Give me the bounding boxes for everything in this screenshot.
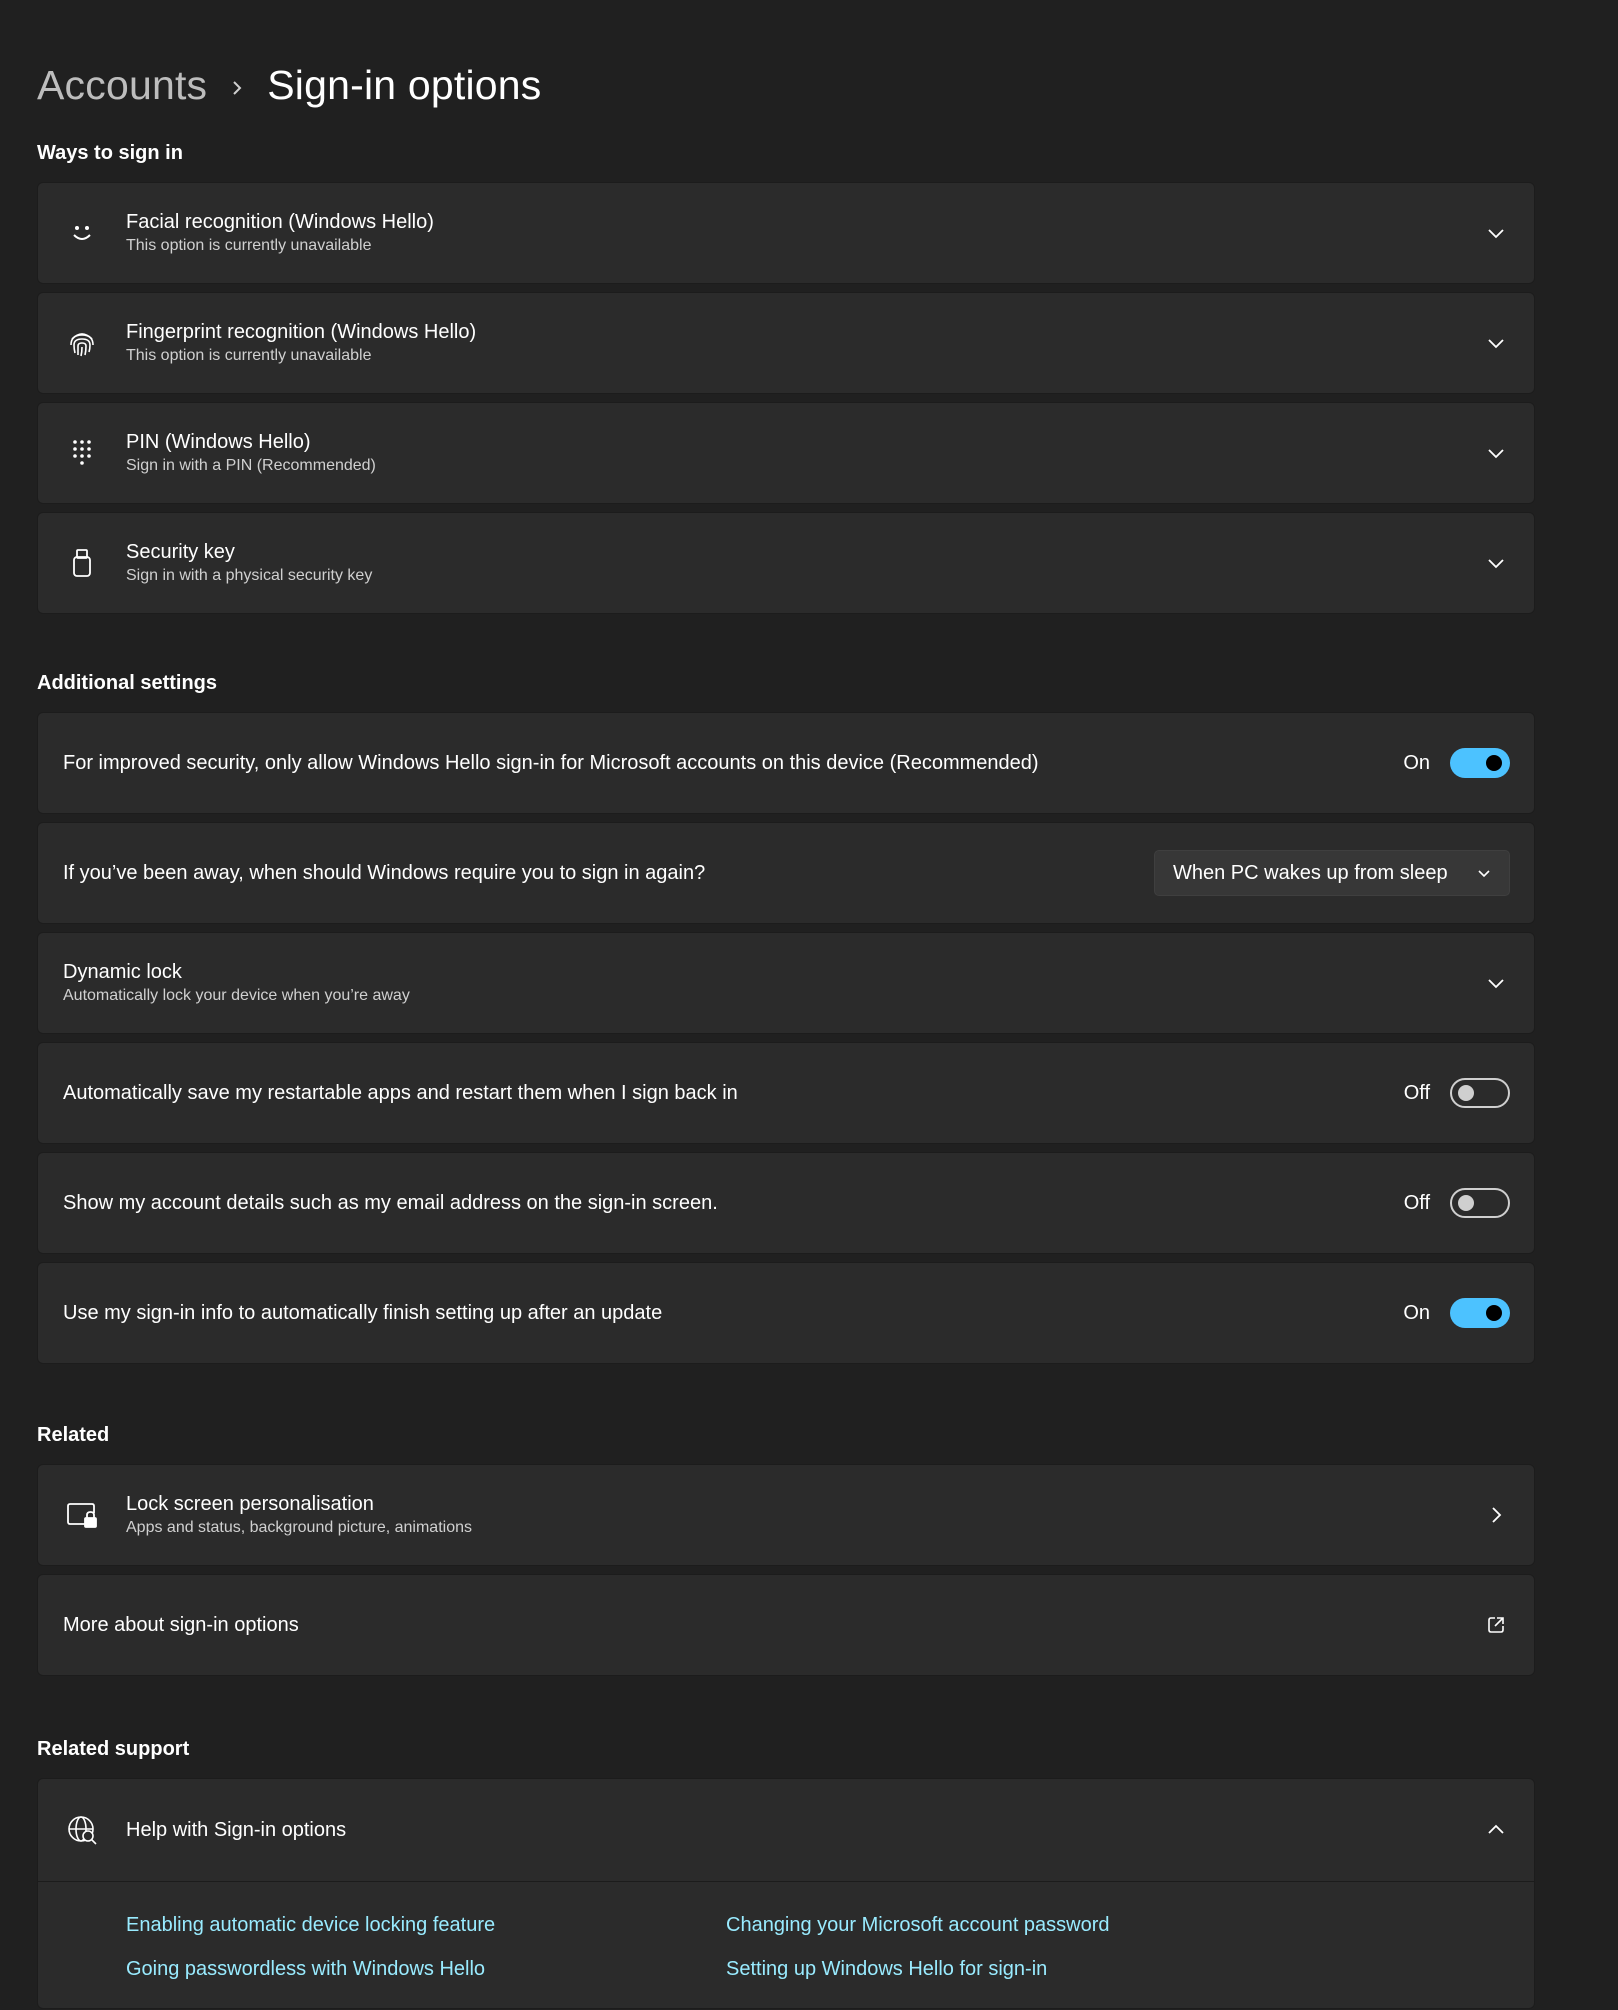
account-details-setting: Show my account details such as my email… — [37, 1152, 1535, 1254]
item-title: Facial recognition (Windows Hello) — [126, 211, 434, 233]
toggle-state-label: Off — [1403, 1191, 1430, 1214]
external-link-icon — [1482, 1611, 1510, 1639]
hello-only-toggle[interactable] — [1450, 748, 1510, 778]
help-link-setup-hello[interactable]: Setting up Windows Hello for sign-in — [726, 1954, 1326, 1984]
facial-recognition-item[interactable]: Facial recognition (Windows Hello) This … — [37, 182, 1535, 284]
chevron-down-icon — [1477, 862, 1491, 885]
help-link-automatic-locking[interactable]: Enabling automatic device locking featur… — [126, 1910, 726, 1940]
help-link-change-password[interactable]: Changing your Microsoft account password — [726, 1910, 1326, 1940]
restart-apps-setting: Automatically save my restartable apps a… — [37, 1042, 1535, 1144]
item-title: Lock screen personalisation — [126, 1493, 374, 1515]
item-subtitle: Apps and status, background picture, ani… — [126, 1519, 472, 1536]
item-title: Fingerprint recognition (Windows Hello) — [126, 321, 477, 343]
toggle-state-label: On — [1403, 1301, 1430, 1324]
pin-keypad-icon — [62, 438, 102, 468]
item-title: Security key — [126, 541, 235, 563]
setting-title: Dynamic lock — [63, 961, 182, 983]
setting-label: Show my account details such as my email… — [63, 1192, 718, 1214]
dynamic-lock-setting[interactable]: Dynamic lock Automatically lock your dev… — [37, 932, 1535, 1034]
lock-screen-personalisation-link[interactable]: Lock screen personalisation Apps and sta… — [37, 1464, 1535, 1566]
settings-page: Accounts Sign-in options Ways to sign in… — [0, 0, 1618, 2010]
item-subtitle: Sign in with a PIN (Recommended) — [126, 457, 376, 474]
more-about-signin-link[interactable]: More about sign-in options — [37, 1574, 1535, 1676]
toggle-state-label: Off — [1403, 1081, 1430, 1104]
section-title-related: Related — [37, 1424, 110, 1446]
signin-info-setting: Use my sign-in info to automatically fin… — [37, 1262, 1535, 1364]
related-list: Lock screen personalisation Apps and sta… — [37, 1464, 1535, 1676]
breadcrumb-accounts-link[interactable]: Accounts — [37, 62, 207, 109]
help-panel-header[interactable]: Help with Sign-in options — [38, 1779, 1534, 1882]
page-title: Sign-in options — [267, 61, 542, 108]
setting-label: For improved security, only allow Window… — [63, 752, 1039, 774]
setting-subtitle: Automatically lock your device when you’… — [63, 987, 410, 1004]
section-title-related-support: Related support — [37, 1738, 190, 1760]
dropdown-selected-value: When PC wakes up from sleep — [1173, 861, 1448, 884]
ways-to-sign-in-list: Facial recognition (Windows Hello) This … — [37, 182, 1535, 614]
item-subtitle: Sign in with a physical security key — [126, 567, 373, 584]
help-link-passwordless[interactable]: Going passwordless with Windows Hello — [126, 1954, 726, 1984]
item-subtitle: This option is currently unavailable — [126, 347, 372, 364]
lock-screen-icon — [62, 1500, 102, 1530]
item-subtitle: This option is currently unavailable — [126, 237, 372, 254]
additional-settings-list: For improved security, only allow Window… — [37, 712, 1535, 1364]
toggle-state-label: On — [1403, 751, 1430, 774]
globe-search-icon — [62, 1814, 102, 1846]
chevron-right-icon — [207, 62, 267, 109]
face-icon — [62, 219, 102, 247]
account-details-toggle[interactable] — [1450, 1188, 1510, 1218]
chevron-down-icon[interactable] — [1482, 329, 1510, 357]
pin-item[interactable]: PIN (Windows Hello) Sign in with a PIN (… — [37, 402, 1535, 504]
item-title: PIN (Windows Hello) — [126, 431, 311, 453]
chevron-down-icon[interactable] — [1482, 969, 1510, 997]
fingerprint-icon — [62, 327, 102, 359]
setting-label: Use my sign-in info to automatically fin… — [63, 1302, 663, 1324]
setting-label: Automatically save my restartable apps a… — [63, 1082, 738, 1104]
link-label: More about sign-in options — [63, 1614, 299, 1636]
section-title-ways-to-sign-in: Ways to sign in — [37, 142, 183, 164]
chevron-down-icon[interactable] — [1482, 549, 1510, 577]
hello-only-setting: For improved security, only allow Window… — [37, 712, 1535, 814]
help-with-signin-panel: Help with Sign-in options Enabling autom… — [37, 1778, 1535, 2009]
usb-key-icon — [62, 547, 102, 579]
restart-apps-toggle[interactable] — [1450, 1078, 1510, 1108]
fingerprint-recognition-item[interactable]: Fingerprint recognition (Windows Hello) … — [37, 292, 1535, 394]
help-panel-title: Help with Sign-in options — [126, 1818, 347, 1841]
chevron-up-icon[interactable] — [1482, 1816, 1510, 1844]
chevron-right-icon — [1482, 1501, 1510, 1529]
require-signin-setting: If you’ve been away, when should Windows… — [37, 822, 1535, 924]
help-links: Enabling automatic device locking featur… — [38, 1882, 1534, 2008]
section-title-additional-settings: Additional settings — [37, 672, 217, 694]
security-key-item[interactable]: Security key Sign in with a physical sec… — [37, 512, 1535, 614]
chevron-down-icon[interactable] — [1482, 439, 1510, 467]
signin-info-toggle[interactable] — [1450, 1298, 1510, 1328]
chevron-down-icon[interactable] — [1482, 219, 1510, 247]
breadcrumb: Accounts Sign-in options — [37, 56, 1618, 114]
setting-label: If you’ve been away, when should Windows… — [63, 862, 706, 884]
require-signin-dropdown[interactable]: When PC wakes up from sleep — [1154, 850, 1510, 896]
